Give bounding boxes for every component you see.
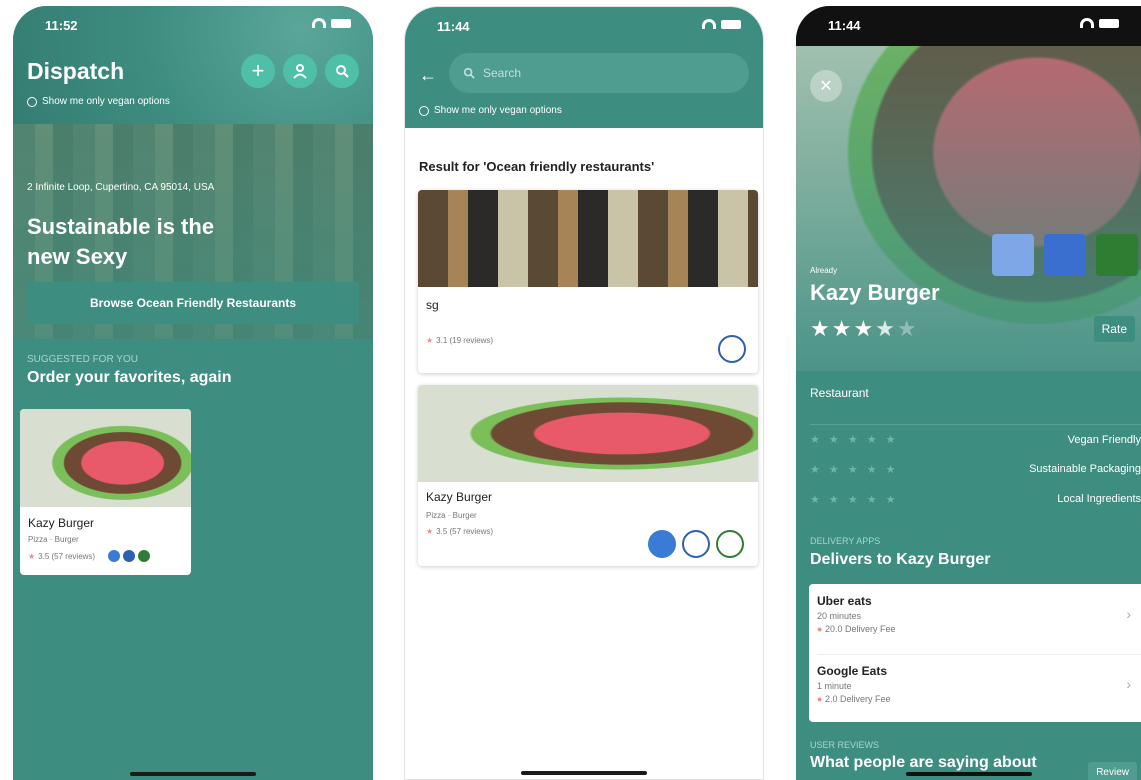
fish-badge-icon [123, 550, 136, 562]
hero-banner: 2 Infinite Loop, Cupertino, CA 95014, US… [13, 124, 373, 339]
back-arrow-icon[interactable]: ← [419, 65, 437, 86]
suggested-title: Order your favorites, again [27, 369, 232, 386]
search-icon [463, 67, 475, 79]
criteria-row: ★ ★ ★ ★ ★ Vegan Friendly [810, 424, 1141, 454]
criteria-stars: ★ ★ ★ ★ ★ [810, 434, 899, 446]
rating-stars: ★★★★★ [810, 316, 919, 341]
result-title: Result for 'Ocean friendly restaurants' [419, 159, 655, 174]
profile-button[interactable] [283, 54, 317, 88]
status-bar: 11:44 [796, 6, 1141, 46]
criteria-row: ★ ★ ★ ★ ★ Local Ingredients [810, 484, 1141, 514]
battery-icon [721, 19, 741, 29]
close-button[interactable]: ✕ [810, 70, 842, 102]
plus-icon: + [251, 58, 265, 83]
browse-restaurants-button[interactable]: Browse Ocean Friendly Restaurants [27, 282, 359, 324]
battery-icon [1099, 18, 1119, 28]
home-screen: 11:52 Dispatch + Show me only vegan opti… [13, 6, 373, 780]
restaurant-card[interactable]: Kazy Burger Pizza · Burger ★ 3.5 (57 rev… [20, 409, 191, 575]
criteria-label: Sustainable Packaging [1029, 463, 1141, 475]
search-input[interactable]: Search [449, 53, 749, 93]
criteria-label: Local Ingredients [1057, 493, 1141, 505]
user-icon [293, 64, 307, 79]
restaurant-category: Pizza · Burger [28, 535, 79, 544]
fish-badge-icon [1044, 234, 1086, 276]
review-button[interactable]: Review [1088, 762, 1137, 780]
result-card[interactable]: sg ★ 3.1 (19 reviews) [418, 190, 758, 373]
restaurant-detail-screen: 11:44 ✕ Already Kazy Burger ★★★★★ Rate R… [796, 6, 1141, 780]
vegan-badge-icon [1096, 234, 1138, 276]
fee-icon: ● [817, 624, 823, 634]
star-icon: ★ [28, 551, 36, 561]
home-indicator [905, 772, 1032, 776]
search-icon [336, 65, 349, 78]
ocean-badge-icon [992, 234, 1034, 276]
reviews-overline: USER REVIEWS [810, 740, 880, 750]
restaurant-image [418, 385, 758, 482]
restaurant-image [418, 190, 758, 287]
criteria-stars: ★ ★ ★ ★ ★ [810, 463, 899, 476]
delivery-title: Delivers to Kazy Burger [810, 551, 991, 568]
vegan-badge-icon [716, 530, 744, 558]
delivery-app-item[interactable]: Google Eats 1 minute ● 2.0 Delivery Fee … [817, 664, 1141, 704]
criteria-label: Vegan Friendly [1067, 433, 1141, 446]
restaurant-name: Kazy Burger [28, 516, 95, 530]
hero-title: Sustainable is the new Sexy [27, 214, 215, 269]
star-icon: ★ [426, 527, 434, 536]
search-results-screen: 11:44 ← Search Show me only vegan option… [404, 6, 764, 780]
restaurant-name: Kazy Burger [426, 490, 493, 504]
address: 2 Infinite Loop, Cupertino, CA 95014, US… [27, 182, 215, 193]
ocean-badge-icon [648, 530, 676, 558]
star-icon: ★ [426, 336, 434, 345]
restaurant-name: Kazy Burger [810, 280, 940, 305]
app-title: Dispatch [27, 58, 125, 84]
status-bar: 11:52 [13, 6, 373, 46]
fish-badge-icon [718, 335, 746, 363]
restaurant-rating: ★ 3.5 (57 reviews) [28, 550, 151, 562]
add-button[interactable]: + [241, 54, 275, 88]
delivery-overline: DELIVERY APPS [810, 536, 881, 546]
search-placeholder: Search [483, 66, 522, 80]
restaurant-rating: ★ 3.5 (57 reviews) [426, 527, 494, 536]
status-time: 11:44 [828, 18, 861, 33]
status-time: 11:44 [437, 19, 470, 34]
battery-icon [331, 18, 351, 28]
home-indicator [130, 772, 256, 776]
criteria-stars: ★ ★ ★ ★ ★ [810, 493, 899, 506]
result-card[interactable]: Kazy Burger Pizza · Burger ★ 3.5 (57 rev… [418, 385, 758, 566]
restaurant-category: Pizza · Burger [426, 511, 477, 520]
vegan-badge-icon [138, 550, 151, 562]
overline: Already [810, 266, 838, 275]
radio-icon [27, 96, 37, 107]
type-label: Restaurant [810, 386, 869, 400]
fee-icon: ● [817, 694, 823, 704]
status-time: 11:52 [45, 18, 78, 33]
restaurant-rating: ★ 3.1 (19 reviews) [426, 336, 494, 345]
vegan-toggle[interactable]: Show me only vegan options [419, 105, 562, 116]
suggested-overline: SUGGESTED FOR YOU [27, 354, 138, 365]
restaurant-image [20, 409, 191, 507]
home-indicator [521, 771, 647, 775]
vegan-toggle[interactable]: Show me only vegan options [27, 96, 170, 107]
chevron-right-icon: › [1126, 606, 1131, 622]
delivery-apps-list: Uber eats 20 minutes ● 20.0 Delivery Fee… [809, 584, 1141, 722]
wifi-icon [1080, 18, 1094, 28]
restaurant-name: sg [426, 298, 439, 312]
chevron-right-icon: › [1126, 676, 1131, 692]
close-icon: ✕ [819, 78, 833, 95]
criteria-row: ★ ★ ★ ★ ★ Sustainable Packaging [810, 454, 1141, 484]
wifi-icon [702, 19, 716, 29]
fish-badge-icon [682, 530, 710, 558]
reviews-title: What people are saying about [810, 754, 1037, 771]
rate-button[interactable]: Rate [1093, 316, 1135, 342]
delivery-app-item[interactable]: Uber eats 20 minutes ● 20.0 Delivery Fee… [817, 594, 1141, 634]
radio-icon [419, 105, 429, 116]
search-button[interactable] [325, 54, 359, 88]
ocean-badge-icon [108, 550, 121, 562]
status-bar: 11:44 [405, 7, 763, 47]
wifi-icon [312, 18, 326, 28]
